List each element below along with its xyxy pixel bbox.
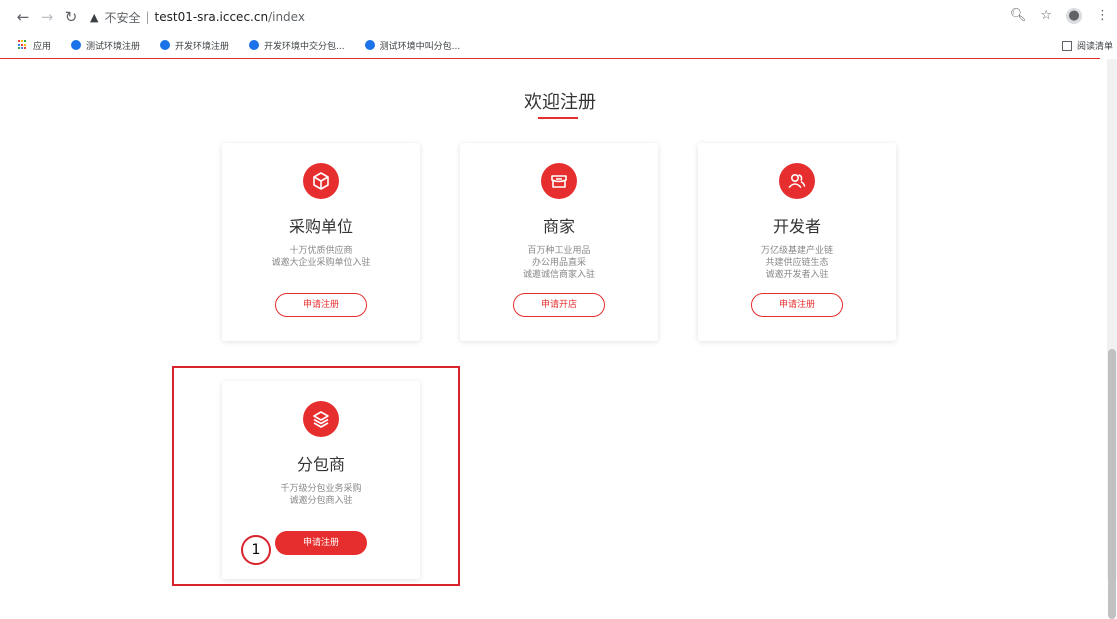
card-description: 万亿级基建产业链 共建供应链生态 诚邀开发者入驻	[760, 246, 833, 280]
bookmark-apps[interactable]: 应用	[18, 39, 51, 52]
users-icon	[779, 163, 815, 199]
apps-grid-icon	[18, 40, 28, 50]
card-purchaser: 采购单位 十万优质供应商 诚邀大企业采购单位入驻 申请注册	[222, 143, 420, 341]
highlight-box	[172, 366, 460, 586]
star-icon[interactable]: ☆	[1040, 8, 1052, 24]
step-marker: 1	[241, 535, 271, 565]
card-developer: 开发者 万亿级基建产业链 共建供应链生态 诚邀开发者入驻 申请注册	[698, 143, 896, 341]
card-title: 采购单位	[288, 217, 353, 236]
url-path: /index	[268, 10, 305, 24]
apply-open-store-button[interactable]: 申请开店	[513, 293, 605, 317]
title-underline	[538, 117, 578, 119]
bookmarks-bar: 应用 测试环境注册 开发环境注册 开发环境中交分包... 测试环境中叫分包...	[0, 34, 1117, 56]
card-description: 十万优质供应商 诚邀大企业采购单位入驻	[271, 246, 371, 268]
profile-avatar-icon[interactable]: ●	[1066, 8, 1082, 24]
reading-list-icon	[1061, 40, 1072, 51]
card-merchant: 商家 百万种工业用品 办公用品直采 诚邀诚信商家入驻 申请开店	[460, 143, 658, 341]
bookmark-favicon-icon	[364, 40, 375, 50]
back-arrow-icon[interactable]: ←	[14, 8, 32, 26]
reading-list-button[interactable]: 阅读清单	[1061, 39, 1113, 52]
bookmark-dev-subcontract[interactable]: 开发环境中交分包...	[249, 39, 345, 52]
apply-register-button[interactable]: 申请注册	[275, 293, 367, 317]
menu-dots-icon[interactable]: ⋮	[1096, 8, 1109, 24]
card-description: 百万种工业用品 办公用品直采 诚邀诚信商家入驻	[522, 246, 595, 280]
apply-register-button[interactable]: 申请注册	[751, 293, 843, 317]
bookmark-favicon-icon	[71, 40, 82, 50]
bookmark-favicon-icon	[160, 40, 171, 50]
address-bar[interactable]: ▲ 不安全 | test01-sra.iccec.cn /index	[90, 6, 1090, 28]
package-icon	[303, 163, 339, 199]
bookmark-test-subcontract[interactable]: 测试环境中叫分包...	[364, 39, 460, 52]
browser-toolbar: ← → ↻ ▲ 不安全 | test01-sra.iccec.cn /index…	[0, 0, 1117, 34]
bookmark-favicon-icon	[249, 40, 260, 50]
insecure-label: 不安全	[104, 10, 141, 25]
header-divider	[0, 58, 1100, 59]
forward-arrow-icon[interactable]: →	[38, 8, 56, 26]
zoom-icon[interactable]: 🔍︎	[1010, 8, 1027, 24]
url-separator: |	[145, 10, 150, 24]
warning-icon: ▲	[90, 10, 99, 24]
url-host: test01-sra.iccec.cn	[154, 10, 269, 24]
card-title: 商家	[542, 217, 575, 236]
bookmark-test-register[interactable]: 测试环境注册	[71, 39, 140, 52]
store-icon	[541, 163, 577, 199]
card-title: 开发者	[772, 217, 821, 236]
page-scrollbar[interactable]	[1107, 59, 1117, 619]
page-title: 欢迎注册	[524, 92, 596, 113]
bookmark-dev-register[interactable]: 开发环境注册	[160, 39, 229, 52]
reload-icon[interactable]: ↻	[62, 8, 80, 26]
